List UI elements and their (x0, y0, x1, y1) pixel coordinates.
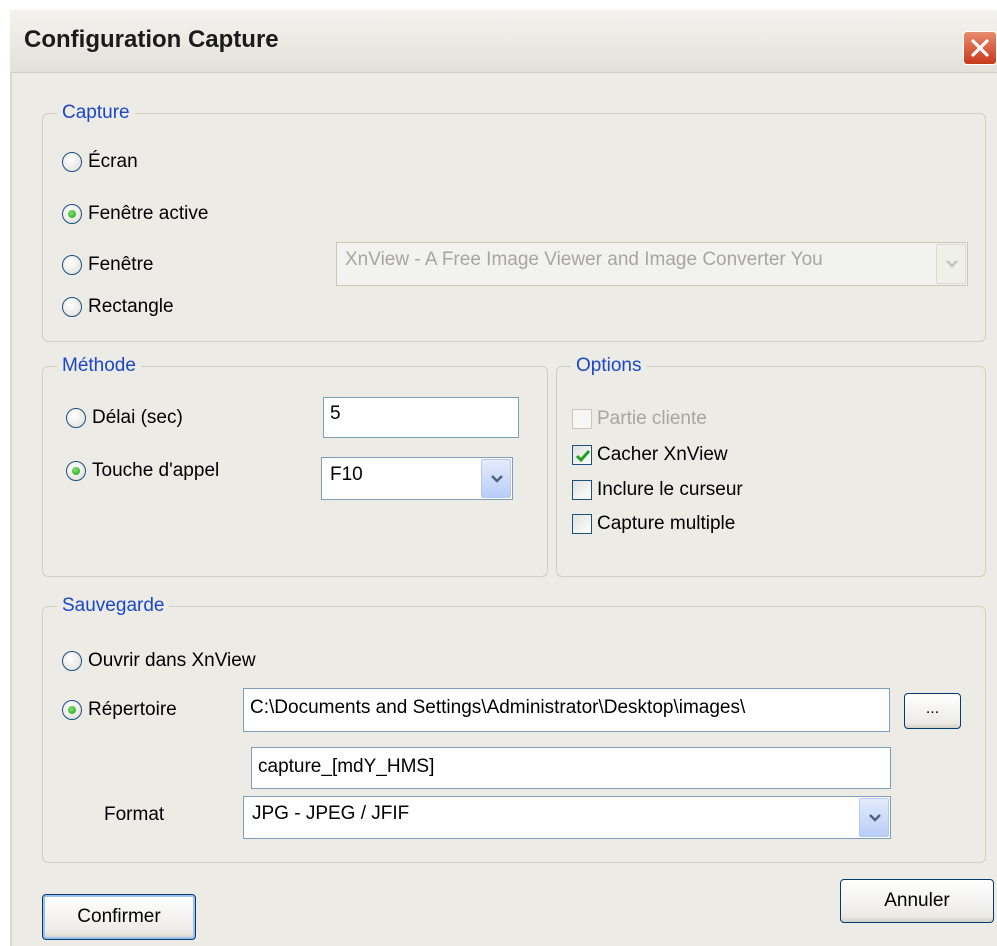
radio-open-in-xnview-label: Ouvrir dans XnView (88, 650, 256, 671)
chevron-down-icon (491, 474, 503, 483)
radio-directory-button[interactable] (62, 700, 82, 720)
chevron-down-icon (869, 813, 881, 822)
radio-rectangle-label: Rectangle (88, 296, 174, 317)
checkmark-icon (575, 450, 591, 463)
radio-window-label: Fenêtre (88, 254, 154, 275)
save-group-title: Sauvegarde (62, 595, 165, 616)
format-label: Format (104, 804, 165, 825)
radio-delay-button[interactable] (66, 408, 86, 428)
checkbox-include-cursor-box[interactable] (572, 480, 592, 500)
confirm-button-label: Confirmer (77, 906, 161, 927)
checkbox-client-area-label: Partie cliente (597, 408, 707, 429)
format-select-dropdown[interactable] (859, 798, 889, 837)
radio-hotkey[interactable]: Touche d'appel (66, 458, 219, 484)
options-group-title: Options (576, 355, 642, 376)
title-bar[interactable]: Configuration Capture (10, 10, 997, 73)
radio-directory-label: Répertoire (88, 699, 177, 720)
radio-open-in-xnview[interactable]: Ouvrir dans XnView (62, 648, 256, 674)
checkbox-hide-xnview-label: Cacher XnView (597, 444, 728, 465)
cancel-button[interactable]: Annuler (840, 879, 994, 923)
capture-group-title: Capture (62, 102, 130, 123)
radio-delay-label: Délai (sec) (92, 407, 183, 428)
format-select-value: JPG - JPEG / JFIF (252, 803, 410, 824)
radio-window[interactable]: Fenêtre (62, 252, 153, 278)
checkbox-multiple-capture[interactable]: Capture multiple (572, 511, 735, 537)
close-icon (971, 39, 989, 57)
radio-screen-button[interactable] (62, 152, 82, 172)
radio-delay[interactable]: Délai (sec) (66, 405, 183, 431)
checkbox-client-area[interactable]: Partie cliente (572, 406, 707, 432)
hotkey-select[interactable]: F10 (321, 457, 513, 500)
radio-open-in-xnview-button[interactable] (62, 651, 82, 671)
window-title: Configuration Capture (24, 26, 279, 53)
checkbox-include-cursor[interactable]: Inclure le curseur (572, 477, 743, 503)
window-select-value: XnView - A Free Image Viewer and Image C… (345, 249, 823, 270)
cancel-button-label: Annuler (884, 890, 950, 911)
radio-directory[interactable]: Répertoire (62, 697, 177, 723)
checkbox-include-cursor-label: Inclure le curseur (597, 479, 743, 500)
method-group-title: Méthode (62, 355, 136, 376)
window-select-dropdown[interactable] (936, 244, 966, 284)
window-select[interactable]: XnView - A Free Image Viewer and Image C… (336, 242, 968, 286)
confirm-button[interactable]: Confirmer (42, 894, 196, 940)
radio-window-button[interactable] (62, 255, 82, 275)
checkbox-multiple-capture-box[interactable] (572, 514, 592, 534)
checkbox-hide-xnview-box[interactable] (572, 445, 592, 465)
radio-screen[interactable]: Écran (62, 149, 138, 175)
radio-active-window-button[interactable] (62, 204, 82, 224)
format-select[interactable]: JPG - JPEG / JFIF (243, 796, 891, 839)
radio-active-window-label: Fenêtre active (88, 203, 209, 224)
hotkey-select-dropdown[interactable] (481, 459, 511, 498)
radio-hotkey-label: Touche d'appel (92, 460, 220, 481)
checkbox-hide-xnview[interactable]: Cacher XnView (572, 442, 728, 468)
directory-path-input[interactable]: C:\Documents and Settings\Administrator\… (243, 688, 890, 732)
delay-input[interactable]: 5 (323, 397, 519, 438)
radio-active-window[interactable]: Fenêtre active (62, 201, 208, 227)
browse-button[interactable]: ... (904, 693, 961, 729)
checkbox-client-area-box[interactable] (572, 409, 592, 429)
hotkey-select-value: F10 (330, 464, 363, 485)
chevron-down-icon (946, 260, 958, 268)
close-button[interactable] (963, 31, 997, 65)
radio-rectangle-button[interactable] (62, 297, 82, 317)
radio-hotkey-button[interactable] (66, 461, 86, 481)
filename-input[interactable]: capture_[mdY_HMS] (251, 747, 891, 789)
radio-screen-label: Écran (88, 151, 138, 172)
checkbox-multiple-capture-label: Capture multiple (597, 513, 736, 534)
radio-rectangle[interactable]: Rectangle (62, 294, 174, 320)
browse-button-label: ... (925, 700, 940, 717)
